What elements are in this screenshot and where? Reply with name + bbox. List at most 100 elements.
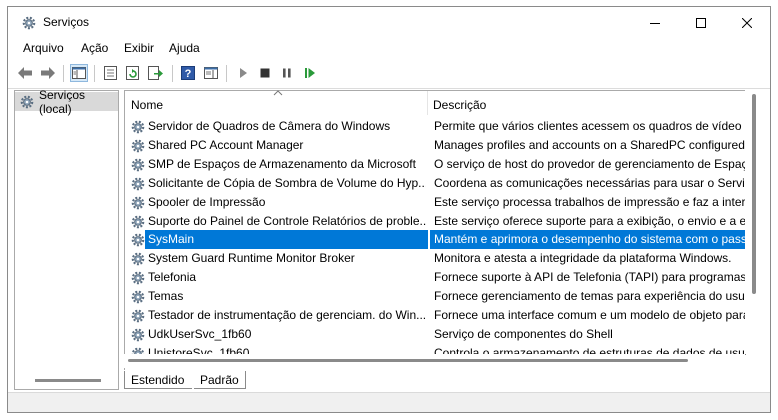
service-description: Este serviço oferece suporte para a exib… bbox=[434, 213, 746, 228]
service-gear-icon bbox=[130, 270, 146, 286]
service-name: Servidor de Quadros de Câmera do Windows bbox=[148, 119, 391, 133]
forward-arrow-icon bbox=[41, 67, 55, 79]
service-gear-icon bbox=[130, 119, 146, 135]
pause-service-button[interactable] bbox=[278, 64, 296, 82]
show-hide-console-tree-button[interactable] bbox=[70, 64, 88, 82]
table-row[interactable]: Shared PC Account Manager Manages profile… bbox=[125, 136, 746, 155]
menu-bar: Arquivo Ação Exibir Ajuda bbox=[8, 38, 770, 58]
service-name: Spooler de Impressão bbox=[148, 194, 266, 209]
column-resize-handle[interactable] bbox=[427, 91, 428, 115]
menu-exibir[interactable]: Exibir bbox=[124, 41, 154, 55]
minimize-button[interactable] bbox=[632, 7, 678, 38]
window-title: Serviços bbox=[43, 15, 90, 29]
vertical-scrollbar[interactable] bbox=[745, 90, 763, 354]
menu-ajuda[interactable]: Ajuda bbox=[169, 41, 200, 55]
service-gear-icon bbox=[130, 232, 146, 248]
service-name: Testador de instrumentação de gerenciam.… bbox=[148, 308, 426, 322]
service-description: Manages profiles and accounts on a Share… bbox=[434, 137, 746, 152]
service-description: Coordena as comunicações necessárias par… bbox=[434, 175, 746, 190]
show-action-pane-button[interactable] bbox=[202, 64, 220, 82]
service-gear-icon bbox=[130, 327, 146, 343]
services-rows: Servidor de Quadros de Câmera do Windows… bbox=[125, 117, 746, 355]
export-icon bbox=[148, 66, 163, 80]
horizontal-scroll-thumb[interactable] bbox=[128, 359, 688, 362]
service-description: Monitora e atesta a integridade da plata… bbox=[434, 251, 732, 266]
table-row[interactable]: Servidor de Quadros de Câmera do Windows… bbox=[125, 117, 746, 136]
console-tree-icon bbox=[72, 67, 86, 79]
close-icon bbox=[742, 17, 752, 28]
service-gear-icon bbox=[130, 138, 146, 154]
tree-item-label: Serviços (local) bbox=[39, 87, 86, 116]
service-gear-icon bbox=[130, 157, 146, 173]
table-row[interactable]: Temas Fornece gerenciamento de temas para… bbox=[125, 287, 746, 306]
service-gear-icon bbox=[130, 251, 146, 267]
table-row[interactable]: System Guard Runtime Monitor Broker Monit… bbox=[125, 249, 746, 268]
stop-service-button[interactable] bbox=[256, 64, 274, 82]
service-description: Fornece uma interface comum e um modelo … bbox=[434, 308, 746, 322]
service-name: Telefonia bbox=[148, 270, 197, 285]
restart-service-button[interactable] bbox=[301, 64, 319, 82]
tree-horizontal-scrollbar[interactable] bbox=[35, 379, 101, 382]
table-row[interactable]: Testador de instrumentação de gerenciam.… bbox=[125, 306, 746, 325]
table-row[interactable]: SysMain Mantém e aprimora o desempenho do… bbox=[125, 230, 746, 250]
export-list-button[interactable] bbox=[147, 64, 165, 82]
service-name: SMP de Espaços de Armazenamento da Micro… bbox=[148, 156, 416, 171]
service-description: Permite que vários clientes acessem os q… bbox=[434, 119, 746, 133]
help-button[interactable]: ? bbox=[179, 64, 197, 82]
tree-item-services-local[interactable]: Serviços (local) bbox=[15, 88, 118, 116]
toolbar: ? bbox=[8, 60, 770, 87]
table-row[interactable]: Suporte do Painel de Controle Relatórios… bbox=[125, 212, 746, 231]
service-name: System Guard Runtime Monitor Broker bbox=[148, 251, 355, 266]
service-name: Temas bbox=[148, 289, 184, 304]
maximize-icon bbox=[696, 17, 706, 28]
table-row[interactable]: UdkUserSvc_1fb60 Serviço de componentes d… bbox=[125, 325, 746, 344]
service-gear-icon bbox=[130, 176, 146, 192]
service-description: Fornece suporte à API de Telefonia (TAPI… bbox=[434, 270, 746, 285]
title-bar[interactable]: Serviços bbox=[8, 7, 770, 38]
vertical-scroll-thumb[interactable] bbox=[752, 94, 756, 294]
minimize-icon bbox=[650, 22, 660, 24]
menu-acao[interactable]: Ação bbox=[81, 41, 108, 55]
refresh-button[interactable] bbox=[124, 64, 142, 82]
service-name: Suporte do Painel de Controle Relatórios… bbox=[148, 213, 426, 228]
services-list-pane: Nome Descrição Servidor de Quadros de Câ… bbox=[124, 90, 763, 370]
service-description: Serviço de componentes do Shell bbox=[434, 326, 613, 341]
service-gear-icon bbox=[130, 289, 146, 305]
tab-estendido[interactable]: Estendido bbox=[124, 371, 192, 389]
table-row[interactable]: SMP de Espaços de Armazenamento da Micro… bbox=[125, 155, 746, 174]
service-gear-icon bbox=[130, 214, 146, 230]
service-description: O serviço de host do provedor de gerenci… bbox=[434, 156, 746, 171]
back-button[interactable] bbox=[16, 64, 34, 82]
service-description: Mantém e aprimora o desempenho do sistem… bbox=[434, 232, 746, 247]
horizontal-scrollbar[interactable] bbox=[124, 354, 745, 368]
maximize-button[interactable] bbox=[678, 7, 724, 38]
menu-arquivo[interactable]: Arquivo bbox=[23, 41, 64, 55]
close-button[interactable] bbox=[724, 7, 770, 38]
column-header-description[interactable]: Descrição bbox=[433, 91, 746, 115]
properties-sheet-button[interactable] bbox=[101, 64, 119, 82]
service-description: Fornece gerenciamento de temas para expe… bbox=[434, 289, 746, 304]
service-gear-icon bbox=[130, 308, 146, 324]
service-name: Shared PC Account Manager bbox=[148, 137, 304, 152]
toolbar-divider bbox=[8, 88, 770, 89]
service-description: Este serviço processa trabalhos de impre… bbox=[434, 194, 746, 209]
service-name: Solicitante de Cópia de Sombra de Volume… bbox=[148, 175, 426, 190]
status-bar bbox=[8, 392, 770, 412]
forward-button[interactable] bbox=[39, 64, 57, 82]
table-row[interactable]: Telefonia Fornece suporte à API de Telefo… bbox=[125, 268, 746, 287]
console-tree-pane: Serviços (local) bbox=[14, 88, 119, 390]
help-icon: ? bbox=[181, 66, 195, 80]
service-name: UdkUserSvc_1fb60 bbox=[148, 326, 252, 341]
back-arrow-icon bbox=[18, 67, 32, 79]
service-gear-icon bbox=[130, 195, 146, 211]
table-row[interactable]: Spooler de Impressão Este serviço process… bbox=[125, 193, 746, 212]
column-headers: Nome Descrição bbox=[125, 90, 746, 115]
column-header-name[interactable]: Nome bbox=[131, 91, 427, 115]
stop-icon bbox=[260, 68, 270, 78]
services-gear-icon bbox=[19, 94, 35, 110]
action-pane-icon bbox=[204, 67, 218, 79]
start-service-button[interactable] bbox=[234, 64, 252, 82]
table-row[interactable]: Solicitante de Cópia de Sombra de Volume… bbox=[125, 174, 746, 193]
tab-padrao[interactable]: Padrão bbox=[194, 371, 246, 389]
services-gear-icon bbox=[21, 15, 37, 31]
